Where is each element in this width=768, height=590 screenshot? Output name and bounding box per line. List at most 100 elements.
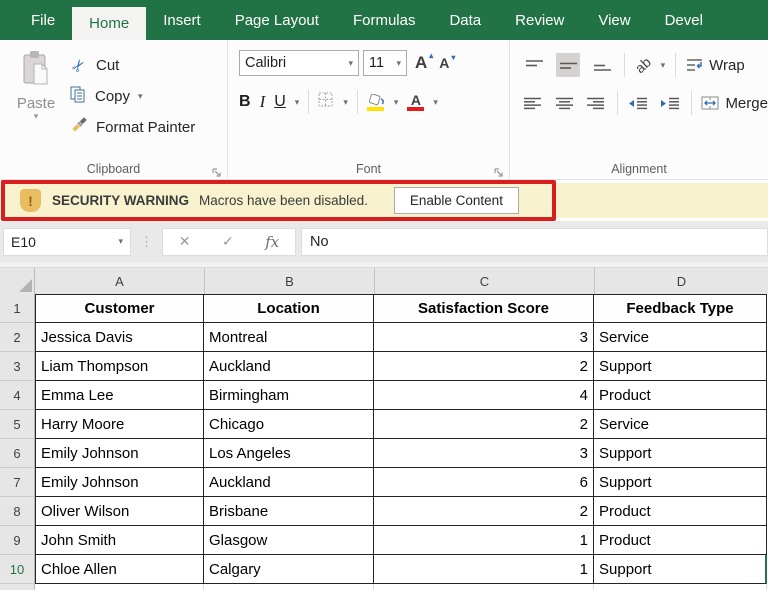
cell-A4[interactable]: Emma Lee [35,381,204,410]
row-header-7[interactable]: 7 [0,468,35,497]
cancel-icon[interactable]: ✕ [179,233,191,250]
tab-home[interactable]: Home [72,7,146,40]
enable-content-button[interactable]: Enable Content [394,187,519,214]
cell-B4[interactable]: Birmingham [204,381,374,410]
tab-formulas[interactable]: Formulas [336,0,433,40]
cell-A3[interactable]: Liam Thompson [35,352,204,381]
orientation-button[interactable]: ab [632,54,654,76]
cell-B7[interactable]: Auckland [204,468,374,497]
cell-C1[interactable]: Satisfaction Score [374,294,594,323]
enter-icon[interactable]: ✓ [222,233,234,250]
font-color-button[interactable]: A [407,94,424,111]
formula-input[interactable]: No [301,228,768,256]
font-size-combobox[interactable]: 11 ▾ [363,50,407,76]
copy-button[interactable]: Copy ▾ [70,81,227,112]
cell-C3[interactable]: 2 [374,352,594,381]
select-all-button[interactable] [0,268,35,294]
cell-D1[interactable]: Feedback Type [594,294,767,323]
middle-align-button[interactable] [556,53,580,77]
paste-button[interactable]: Paste ▾ [8,50,64,120]
cell-B8[interactable]: Brisbane [204,497,374,526]
row-header-1[interactable]: 1 [0,294,35,323]
increase-indent-button[interactable] [659,91,681,115]
cell-A1[interactable]: Customer [35,294,204,323]
row-header-10[interactable]: 10 [0,555,35,584]
row-header-4[interactable]: 4 [0,381,35,410]
tab-page-layout[interactable]: Page Layout [218,0,336,40]
tab-data[interactable]: Data [432,0,498,40]
insert-function-icon[interactable]: fx [265,233,279,251]
clipboard-dialog-launcher-icon[interactable] [212,165,222,175]
grow-font-button[interactable]: A ▴ [411,53,431,73]
cell-A9[interactable]: John Smith [35,526,204,555]
row-header-5[interactable]: 5 [0,410,35,439]
row-header-3[interactable]: 3 [0,352,35,381]
tab-view[interactable]: View [581,0,647,40]
row-header-9[interactable]: 9 [0,526,35,555]
cell-D3[interactable]: Support [594,352,767,381]
paste-dropdown-caret[interactable]: ▾ [8,112,64,120]
cell-A2[interactable]: Jessica Davis [35,323,204,352]
cell-B10[interactable]: Calgary [204,555,374,584]
orientation-dropdown-caret[interactable]: ▾ [661,60,666,71]
cell-D4[interactable]: Product [594,381,767,410]
row-header-6[interactable]: 6 [0,439,35,468]
align-center-button[interactable] [554,91,576,115]
cell-D8[interactable]: Product [594,497,767,526]
cell-D2[interactable]: Service [594,323,767,352]
underline-dropdown-caret[interactable]: ▾ [295,97,300,108]
fill-color-dropdown-caret[interactable]: ▾ [394,97,399,108]
italic-button[interactable]: I [260,92,266,112]
cell-A7[interactable]: Emily Johnson [35,468,204,497]
font-color-dropdown-caret[interactable]: ▾ [433,97,438,108]
cell-B1[interactable]: Location [204,294,374,323]
tab-insert[interactable]: Insert [146,0,218,40]
name-box[interactable]: E10 ▾ [3,228,131,256]
column-header-a[interactable]: A [35,268,205,294]
cell-C9[interactable]: 1 [374,526,594,555]
column-header-b[interactable]: B [205,268,375,294]
align-left-button[interactable] [522,91,544,115]
cell-B9[interactable]: Glasgow [204,526,374,555]
cell-D6[interactable]: Support [594,439,767,468]
tab-file[interactable]: File [14,0,72,40]
cell-B5[interactable]: Chicago [204,410,374,439]
tab-review[interactable]: Review [498,0,581,40]
bottom-align-button[interactable] [590,53,614,77]
underline-button[interactable]: U [274,93,286,111]
row-header-partial[interactable] [0,584,35,590]
wrap-text-button[interactable]: Wrap [686,57,745,74]
fill-color-button[interactable] [367,94,385,111]
cell-A10[interactable]: Chloe Allen [35,555,204,584]
align-right-button[interactable] [585,91,607,115]
cell-D5[interactable]: Service [594,410,767,439]
cut-button[interactable]: ✂ Cut [70,50,227,81]
cell-D10[interactable]: Support [594,555,767,584]
merge-center-button[interactable]: Merge [701,95,768,112]
borders-dropdown-caret[interactable]: ▾ [343,97,348,108]
font-name-combobox[interactable]: Calibri ▾ [239,50,359,76]
borders-button[interactable] [318,92,334,113]
tab-devel[interactable]: Devel [648,0,720,40]
cell-B6[interactable]: Los Angeles [204,439,374,468]
cell-C7[interactable]: 6 [374,468,594,497]
cell-D9[interactable]: Product [594,526,767,555]
column-header-c[interactable]: C [375,268,595,294]
cell-C10[interactable]: 1 [374,555,594,584]
row-header-8[interactable]: 8 [0,497,35,526]
top-align-button[interactable] [522,53,546,77]
cell-C2[interactable]: 3 [374,323,594,352]
shrink-font-button[interactable]: A ▾ [435,55,453,71]
name-box-caret-icon[interactable]: ▾ [118,236,123,247]
cell-C6[interactable]: 3 [374,439,594,468]
cell-A5[interactable]: Harry Moore [35,410,204,439]
copy-dropdown-caret[interactable]: ▾ [138,91,143,102]
cell-A6[interactable]: Emily Johnson [35,439,204,468]
decrease-indent-button[interactable] [627,91,649,115]
cell-C4[interactable]: 4 [374,381,594,410]
cell-A8[interactable]: Oliver Wilson [35,497,204,526]
cell-B3[interactable]: Auckland [204,352,374,381]
bold-button[interactable]: B [239,93,251,111]
column-header-d[interactable]: D [595,268,768,294]
font-dialog-launcher-icon[interactable] [494,165,504,175]
